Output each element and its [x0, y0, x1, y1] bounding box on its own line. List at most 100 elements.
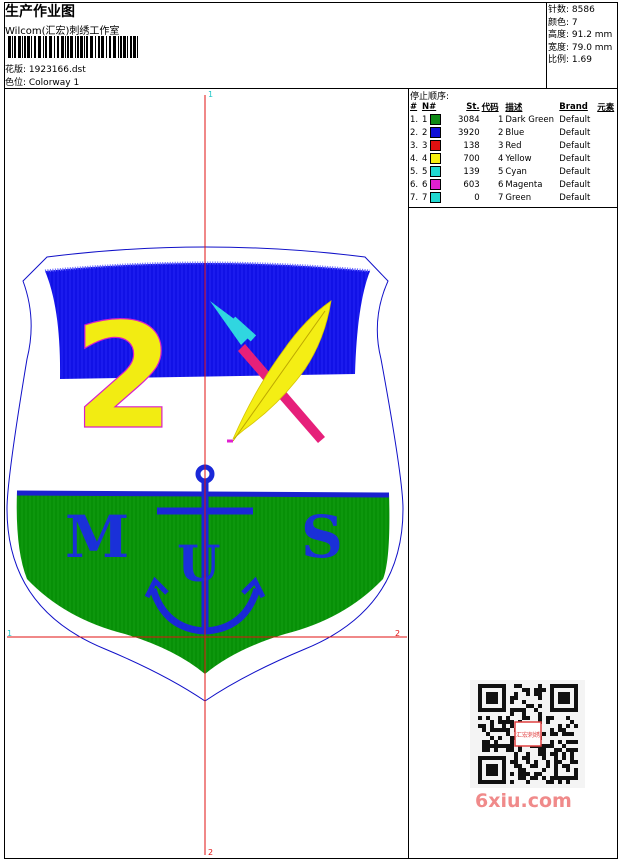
row-element: [596, 152, 620, 165]
row-index: 6.: [410, 179, 419, 190]
marker-top: 1: [208, 90, 213, 99]
row-element: [596, 113, 620, 126]
row-element: [596, 126, 620, 139]
color-swatch: [430, 153, 442, 164]
color-swatch: [430, 127, 442, 138]
row-brand: Default: [559, 166, 591, 177]
row-index: 7.: [410, 192, 419, 203]
row-code: 2: [497, 127, 504, 138]
design-letter-m: M: [65, 503, 129, 571]
row-stitches: 700: [463, 153, 480, 164]
row-brand: Default: [559, 127, 591, 138]
row-needle: 1: [421, 113, 449, 126]
row-brand: Default: [559, 140, 591, 151]
row-index: 1.: [410, 114, 419, 125]
color-table: # N# St. 代码 描述 Brand 元素 1. 1 3084 1 Dark Gr…: [409, 101, 620, 204]
row-stitches: 0: [474, 192, 480, 203]
color-swatch: [430, 166, 442, 177]
row-needle-number: 3: [421, 141, 428, 151]
spec-height: 高度: 91.2 mm: [548, 30, 613, 40]
row-needle-number: 4: [421, 154, 428, 164]
barcode: [8, 36, 138, 58]
row-element: [596, 139, 620, 152]
row-code: 3: [497, 140, 504, 151]
row-element: [596, 191, 620, 204]
row-brand: Default: [559, 179, 591, 190]
color-swatch: [430, 114, 442, 125]
row-needle-number: 5: [421, 167, 428, 177]
design-number-2: 2: [73, 292, 175, 462]
marker-bottom: 2: [208, 848, 213, 857]
design-file: 花版: 1923166.dst: [5, 65, 86, 75]
design-letter-s: S: [301, 503, 343, 571]
row-element: [596, 178, 620, 191]
row-needle: 5: [421, 165, 449, 178]
table-row: 3. 3 138 3 Red Default: [409, 139, 620, 152]
spec-list: 针数: 8586 颜色: 7 高度: 91.2 mm 宽度: 79.0 mm 比…: [548, 4, 612, 67]
row-needle: 3: [421, 139, 449, 152]
col-code: 代码: [481, 103, 499, 113]
marker-left: 1: [7, 629, 12, 638]
studio-name: Wilcom(汇宏)刺绣工作室: [5, 26, 120, 37]
row-stitches: 3920: [458, 127, 480, 138]
row-stitches: 603: [463, 179, 480, 190]
row-desc: Blue: [505, 127, 525, 138]
row-desc: Yellow: [505, 153, 532, 164]
row-needle-number: 7: [421, 193, 428, 203]
row-stitches: 138: [463, 140, 480, 151]
row-needle: 4: [421, 152, 449, 165]
row-needle: 6: [421, 178, 449, 191]
col-desc: 描述: [505, 103, 523, 113]
row-brand: Default: [559, 114, 591, 125]
page-title: 生产作业图: [5, 4, 75, 20]
row-needle-number: 1: [421, 115, 428, 125]
qr-stamp: 汇宏刺绣: [516, 731, 540, 739]
col-brand: Brand: [559, 102, 588, 112]
row-needle: 7: [421, 191, 449, 204]
row-desc: Magenta: [505, 179, 543, 190]
row-brand: Default: [559, 153, 591, 164]
col-element: 元素: [597, 103, 615, 113]
row-code: 7: [497, 192, 504, 203]
table-row: 2. 2 3920 2 Blue Default: [409, 126, 620, 139]
marker-right: 2: [395, 629, 400, 638]
spec-stitches: 针数: 8586: [548, 5, 595, 15]
col-index: #: [410, 102, 418, 112]
table-row: 1. 1 3084 1 Dark Green Default: [409, 113, 620, 126]
design-letter-u: U: [177, 534, 221, 593]
qr-code: 汇宏刺绣: [470, 680, 585, 788]
row-stitches: 139: [463, 166, 480, 177]
color-swatch: [430, 179, 442, 190]
row-index: 4.: [410, 153, 419, 164]
row-desc: Green: [505, 192, 532, 203]
table-header-row: # N# St. 代码 描述 Brand 元素: [409, 101, 620, 113]
table-row: 6. 6 603 6 Magenta Default: [409, 178, 620, 191]
row-stitches: 3084: [458, 114, 480, 125]
row-desc: Cyan: [505, 166, 527, 177]
spec-scale: 比例: 1.69: [548, 55, 592, 65]
design-canvas: 2 M U S 1 1 2 2: [6, 90, 407, 857]
colorway: 色位: Colorway 1: [5, 78, 80, 88]
spec-colors: 颜色: 7: [548, 17, 578, 28]
row-needle: 2: [421, 126, 449, 139]
table-row: 7. 7 0 7 Green Default: [409, 191, 620, 204]
col-stitches: St.: [466, 102, 480, 112]
row-code: 4: [497, 153, 504, 164]
row-code: 1: [497, 114, 504, 125]
row-needle-number: 2: [421, 128, 428, 138]
row-needle-number: 6: [421, 180, 428, 190]
row-code: 5: [497, 166, 504, 177]
row-index: 5.: [410, 166, 419, 177]
row-element: [596, 165, 620, 178]
row-code: 6: [497, 179, 504, 190]
color-swatch: [430, 140, 442, 151]
col-needle: N#: [421, 102, 437, 112]
table-row: 4. 4 700 4 Yellow Default: [409, 152, 620, 165]
row-index: 2.: [410, 127, 419, 138]
row-desc: Red: [505, 140, 522, 151]
row-index: 3.: [410, 140, 419, 151]
row-brand: Default: [559, 192, 591, 203]
color-swatch: [430, 192, 442, 203]
table-row: 5. 5 139 5 Cyan Default: [409, 165, 620, 178]
watermark: 6xiu.com: [475, 790, 572, 812]
